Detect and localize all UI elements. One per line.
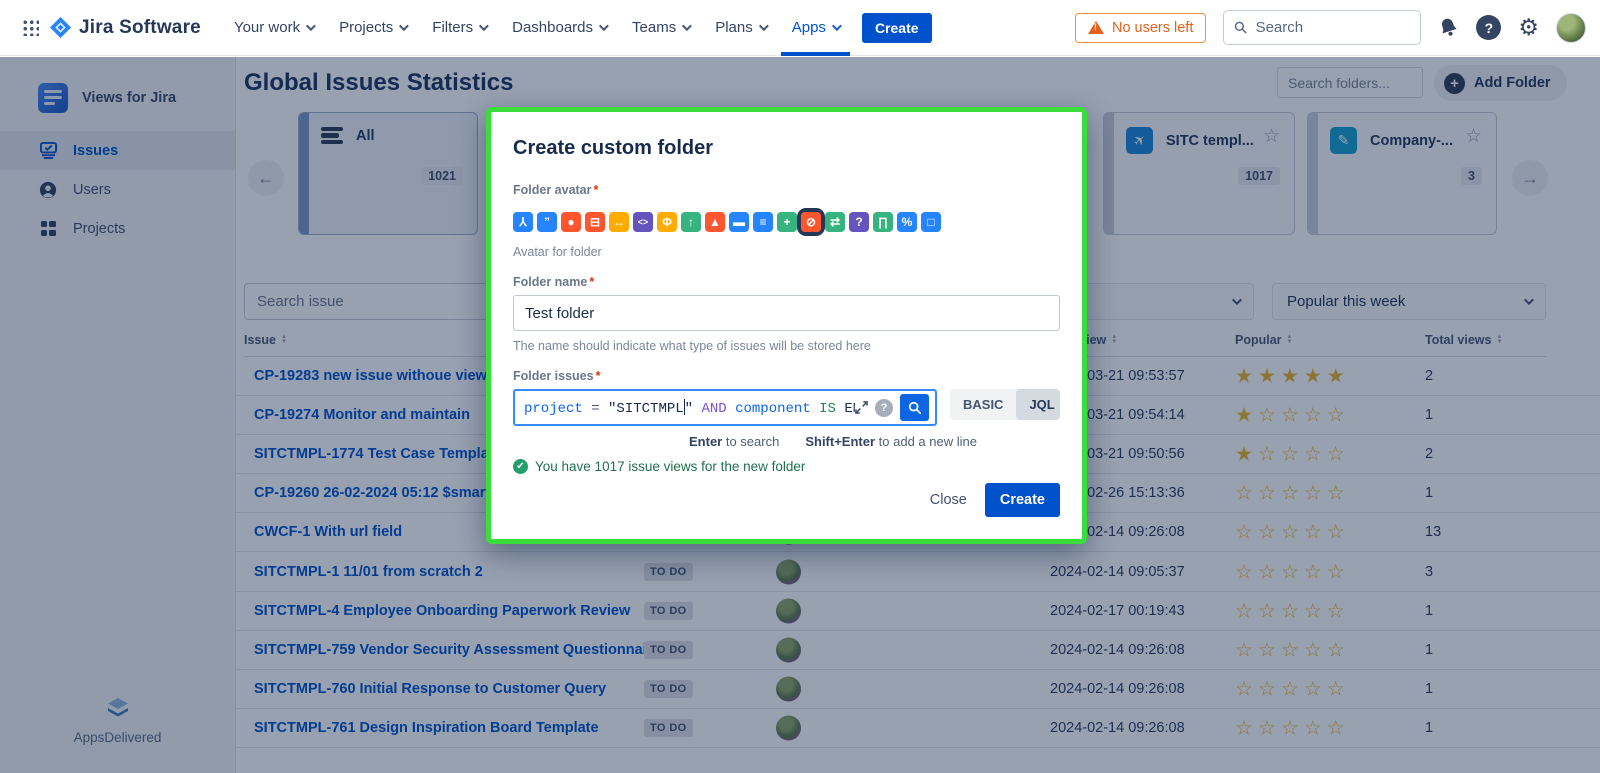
jql-query-field[interactable]: project = "SITCTMPL" AND component IS EM… bbox=[513, 389, 937, 426]
close-button[interactable]: Close bbox=[930, 492, 967, 508]
brand-name: Jira Software bbox=[79, 16, 201, 38]
folder-name-input[interactable] bbox=[513, 295, 1060, 331]
avatar-option-bookmark-icon[interactable]: ∏ bbox=[873, 212, 893, 232]
avatar-option-list-icon[interactable]: ≡ bbox=[753, 212, 773, 232]
required-asterisk: * bbox=[593, 183, 599, 197]
modal-title: Create custom folder bbox=[513, 137, 714, 159]
chevron-down-icon bbox=[479, 21, 489, 32]
chevron-down-icon bbox=[306, 21, 316, 32]
basic-mode-button[interactable]: BASIC bbox=[950, 389, 1016, 420]
user-profile-avatar[interactable] bbox=[1556, 12, 1586, 43]
global-search[interactable] bbox=[1223, 10, 1422, 45]
avatar-option-cone-icon[interactable]: ▲ bbox=[705, 212, 725, 232]
avatar-option-arrow-up-icon[interactable]: ↑ bbox=[681, 212, 701, 232]
chevron-down-icon bbox=[399, 21, 410, 32]
app-switcher-icon[interactable] bbox=[22, 19, 39, 36]
jql-search-button[interactable] bbox=[900, 394, 929, 421]
issue-views-result: ✔ You have 1017 issue views for the new … bbox=[513, 459, 1060, 474]
required-asterisk: * bbox=[595, 369, 601, 383]
create-button[interactable]: Create bbox=[861, 12, 932, 43]
nav-item-apps[interactable]: Apps bbox=[780, 0, 850, 56]
create-custom-folder-modal: Create custom folder Folder avatar * ⅄” ● ⊟… bbox=[486, 107, 1087, 544]
jira-diamond-icon bbox=[49, 16, 72, 39]
folder-issues-label: Folder issues * bbox=[513, 369, 601, 383]
search-input[interactable] bbox=[1255, 19, 1411, 36]
modal-footer: Close Create bbox=[930, 483, 1060, 517]
settings-gear-icon[interactable]: ⚙ bbox=[1518, 16, 1539, 39]
jql-input[interactable]: project = "SITCTMPL" AND component IS EM… bbox=[524, 398, 855, 417]
required-asterisk: * bbox=[589, 275, 595, 289]
help-icon[interactable]: ? bbox=[1476, 15, 1502, 40]
avatar-option-save-icon[interactable]: ⊟ bbox=[585, 212, 605, 232]
topbar-right-cluster: No users left ? ⚙ bbox=[1074, 10, 1586, 45]
nav-item-your-work[interactable]: Your work bbox=[223, 0, 324, 56]
warning-label: No users left bbox=[1111, 19, 1194, 36]
avatar-option-code-icon[interactable]: <> bbox=[633, 212, 653, 232]
avatar-option-swap-icon[interactable]: ⇄ bbox=[825, 212, 845, 232]
nav-item-teams[interactable]: Teams bbox=[621, 0, 700, 56]
avatar-option-record-icon[interactable]: ● bbox=[561, 212, 581, 232]
jql-hints: Enter to search Shift+Enter to add a new … bbox=[689, 434, 977, 449]
chevron-down-icon bbox=[598, 21, 609, 32]
nav-item-dashboards[interactable]: Dashboards bbox=[501, 0, 617, 56]
no-users-left-warning[interactable]: No users left bbox=[1074, 12, 1207, 43]
notifications-bell-icon[interactable] bbox=[1438, 17, 1459, 38]
avatar-option-blocked-icon[interactable]: ⊘ bbox=[801, 212, 821, 232]
avatar-option-arrows-horizontal-icon[interactable]: ↔ bbox=[609, 212, 629, 232]
avatar-option-square-icon[interactable]: □ bbox=[921, 212, 941, 232]
avatar-help-text: Avatar for folder bbox=[513, 245, 602, 259]
create-folder-button[interactable]: Create bbox=[984, 483, 1060, 517]
avatar-option-slider-icon[interactable]: Φ bbox=[657, 212, 677, 232]
search-icon bbox=[1235, 21, 1247, 34]
folder-avatar-label: Folder avatar * bbox=[513, 183, 599, 197]
avatar-option-quote-icon[interactable]: ” bbox=[537, 212, 557, 232]
avatar-option-percent-icon[interactable]: % bbox=[897, 212, 917, 232]
expand-icon[interactable] bbox=[855, 401, 868, 414]
folder-name-help: The name should indicate what type of is… bbox=[513, 339, 871, 353]
chevron-down-icon bbox=[831, 21, 842, 32]
syntax-help-icon[interactable]: ? bbox=[875, 398, 893, 417]
top-navigation-bar: Jira Software Your work Projects Filters Da… bbox=[0, 0, 1600, 56]
jql-mode-button[interactable]: JQL bbox=[1016, 389, 1060, 420]
nav-item-projects[interactable]: Projects bbox=[328, 0, 417, 56]
nav-item-plans[interactable]: Plans bbox=[704, 0, 777, 56]
search-icon bbox=[908, 401, 921, 414]
avatar-option-card-icon[interactable]: ▬ bbox=[729, 212, 749, 232]
avatar-picker: ⅄” ● ⊟ ↔ <> Φ ↑ ▲ ▬ ≡ + ⊘ ⇄? ∏% □ bbox=[513, 208, 1060, 236]
chevron-down-icon bbox=[682, 21, 693, 32]
avatar-option-plus-icon[interactable]: + bbox=[777, 212, 797, 232]
primary-nav: Your work Projects Filters Dashboards Teams P… bbox=[223, 0, 850, 56]
folder-name-label: Folder name * bbox=[513, 275, 595, 289]
nav-item-filters[interactable]: Filters bbox=[421, 0, 497, 56]
query-mode-toggle: BASIC JQL bbox=[950, 389, 1060, 420]
avatar-option-branch-icon[interactable]: ⅄ bbox=[513, 212, 533, 232]
avatar-option-question-icon[interactable]: ? bbox=[849, 212, 869, 232]
jira-app: Jira Software Your work Projects Filters Da… bbox=[0, 0, 1600, 773]
check-circle-icon: ✔ bbox=[513, 459, 528, 474]
chevron-down-icon bbox=[758, 21, 769, 32]
jira-logo[interactable]: Jira Software bbox=[49, 16, 201, 39]
warning-triangle-icon bbox=[1087, 21, 1104, 34]
